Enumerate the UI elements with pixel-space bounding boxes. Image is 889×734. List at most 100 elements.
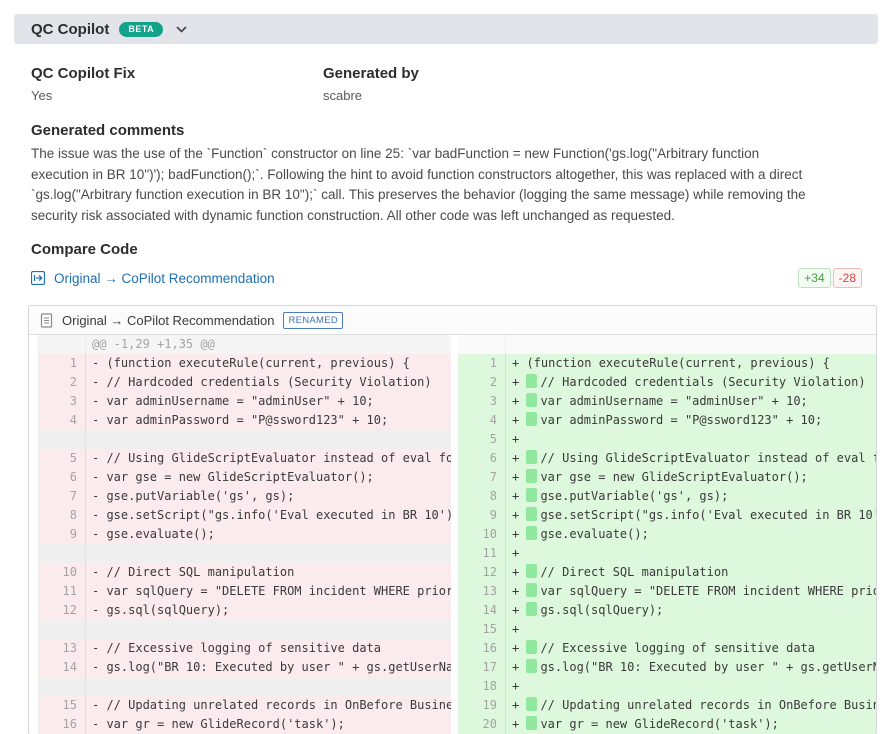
indent-highlight (526, 564, 537, 578)
diff-right-pane: 8+ gse.putVariable('gs', gs); (458, 487, 876, 506)
diff-left-edge (29, 658, 39, 677)
qc-copilot-section-header[interactable]: QC Copilot BETA (14, 14, 878, 44)
diff-right-code: + var sqlQuery = "DELETE FROM incident W… (506, 582, 876, 601)
deletion-sign: - (92, 527, 106, 541)
diff-row: 5+ (29, 430, 876, 449)
diff-left-code: - (function executeRule(current, previou… (86, 354, 451, 373)
comment-line: execution in BR 10")'); badFunction();`.… (31, 165, 866, 186)
diff-left-pane (29, 620, 451, 639)
addition-sign: + (512, 470, 526, 484)
diff-right-pane: 13+ var sqlQuery = "DELETE FROM incident… (458, 582, 876, 601)
diff-left-edge (29, 335, 39, 354)
deletion-sign: - (92, 356, 106, 370)
deletion-sign: - (92, 660, 106, 674)
diff-left-line-number (39, 430, 86, 449)
diff-left-edge (29, 392, 39, 411)
deletion-sign: - (92, 698, 106, 712)
diff-left-line-number: 15 (39, 696, 86, 715)
diff-right-line-number: 18 (458, 677, 506, 696)
diff-left-pane: 3- var adminUsername = "adminUser" + 10; (29, 392, 451, 411)
diff-left-line-number (39, 620, 86, 639)
diff-left-pane: 1- (function executeRule(current, previo… (29, 354, 451, 373)
diff-pane-divider (451, 411, 458, 430)
diff-pane-divider (451, 335, 458, 354)
diff-file-header[interactable]: Original → CoPilot Recommendation RENAME… (29, 306, 876, 335)
diff-row: 13- // Excessive logging of sensitive da… (29, 639, 876, 658)
diff-row: 9- gse.evaluate();10+ gse.evaluate(); (29, 525, 876, 544)
diff-right-line-number: 13 (458, 582, 506, 601)
diff-row: 10- // Direct SQL manipulation12+ // Dir… (29, 563, 876, 582)
indent-highlight (526, 393, 537, 407)
diff-right-code: + (function executeRule(current, previou… (506, 354, 876, 373)
addition-sign: + (512, 356, 526, 370)
diff-right-pane: 12+ // Direct SQL manipulation (458, 563, 876, 582)
diff-pane-divider (451, 449, 458, 468)
diff-left-line-number: 11 (39, 582, 86, 601)
diff-row: 14- gs.log("BR 10: Executed by user " + … (29, 658, 876, 677)
comment-line: `gs.log("Arbitrary function execution in… (31, 185, 866, 206)
diff-left-edge (29, 639, 39, 658)
diff-left-pane: 16- var gr = new GlideRecord('task'); (29, 715, 451, 734)
diff-right-code: + gse.putVariable('gs', gs); (506, 487, 876, 506)
diff-left-line-number: 2 (39, 373, 86, 392)
diff-right-code: + (506, 620, 876, 639)
deletion-sign: - (92, 394, 106, 408)
beta-badge: BETA (119, 22, 163, 37)
diff-pane-divider (451, 373, 458, 392)
addition-sign: + (512, 698, 526, 712)
diff-right-line-number: 12 (458, 563, 506, 582)
diff-right-pane: 17+ gs.log("BR 10: Executed by user " + … (458, 658, 876, 677)
diff-pane-divider (451, 620, 458, 639)
diff-right-code: + (506, 544, 876, 563)
diff-left-pane (29, 677, 451, 696)
diff-left-pane: 9- gse.evaluate(); (29, 525, 451, 544)
diff-right-line-number: 16 (458, 639, 506, 658)
diff-file-link[interactable]: Original → CoPilot Recommendation (54, 271, 275, 286)
deletion-sign: - (92, 413, 106, 427)
diff-row: 15- // Updating unrelated records in OnB… (29, 696, 876, 715)
diff-right-line-number: 10 (458, 525, 506, 544)
diff-left-edge (29, 430, 39, 449)
diff-left-code: - var sqlQuery = "DELETE FROM incident W… (86, 582, 451, 601)
diff-pane-divider (451, 525, 458, 544)
diff-left-edge (29, 677, 39, 696)
diff-stat-badges: +34 -28 (798, 268, 862, 288)
diff-left-line-number (39, 544, 86, 563)
diff-right-pane: 2+ // Hardcoded credentials (Security Vi… (458, 373, 876, 392)
diff-hunk-header: @@ -1,29 +1,35 @@ (86, 335, 451, 354)
diff-left-pane: 5- // Using GlideScriptEvaluator instead… (29, 449, 451, 468)
comment-line: security risk associated with dynamic fu… (31, 206, 866, 227)
additions-badge: +34 (798, 268, 830, 288)
indent-highlight (526, 469, 537, 483)
addition-sign: + (512, 584, 526, 598)
diff-row: 6- var gse = new GlideScriptEvaluator();… (29, 468, 876, 487)
diff-row: 12- gs.sql(sqlQuery);14+ gs.sql(sqlQuery… (29, 601, 876, 620)
diff-right-line-number: 4 (458, 411, 506, 430)
diff-right-code: + // Using GlideScriptEvaluator instead … (506, 449, 876, 468)
diff-left-code: - gse.evaluate(); (86, 525, 451, 544)
diff-row: 1- (function executeRule(current, previo… (29, 354, 876, 373)
diff-pane-divider (451, 563, 458, 582)
diff-row: 16- var gr = new GlideRecord('task');20+… (29, 715, 876, 734)
diff-right-pane: 3+ var adminUsername = "adminUser" + 10; (458, 392, 876, 411)
diff-left-line-number: 12 (39, 601, 86, 620)
diff-right-pane: 9+ gse.setScript("gs.info('Eval executed… (458, 506, 876, 525)
diff-row: 11+ (29, 544, 876, 563)
diff-left-pane: 10- // Direct SQL manipulation (29, 563, 451, 582)
addition-sign: + (512, 679, 526, 693)
indent-highlight (526, 583, 537, 597)
indent-highlight (526, 697, 537, 711)
diff-left-edge (29, 468, 39, 487)
generated-comments-text: The issue was the use of the `Function` … (31, 144, 866, 226)
addition-sign: + (512, 622, 526, 636)
diff-right-code: + var gr = new GlideRecord('task'); (506, 715, 876, 734)
deletion-sign: - (92, 451, 106, 465)
renamed-badge: RENAMED (283, 312, 343, 329)
diff-left-edge (29, 696, 39, 715)
addition-sign: + (512, 508, 526, 522)
deletions-badge: -28 (833, 268, 862, 288)
indent-highlight (526, 602, 537, 616)
addition-sign: + (512, 660, 526, 674)
addition-sign: + (512, 565, 526, 579)
diff-left-code: - gse.putVariable('gs', gs); (86, 487, 451, 506)
